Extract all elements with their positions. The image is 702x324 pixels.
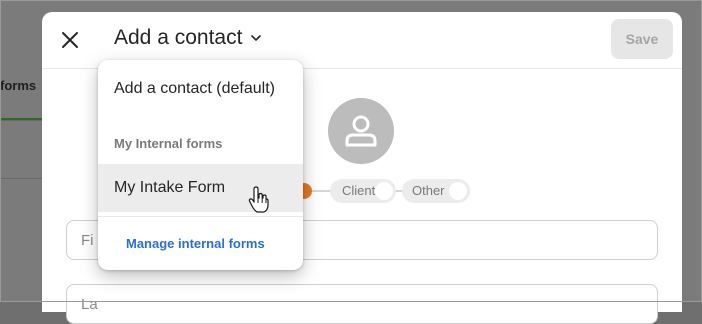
contact-type-label: Other xyxy=(412,183,445,198)
menu-section-internal-forms: My Internal forms xyxy=(114,136,223,151)
manage-internal-forms-link[interactable]: Manage internal forms xyxy=(98,236,303,251)
chevron-down-icon xyxy=(251,35,262,41)
avatar[interactable] xyxy=(328,98,394,164)
menu-item-intake-form[interactable]: My Intake Form xyxy=(98,164,303,212)
form-dropdown-menu: Add a contact (default) My Internal form… xyxy=(98,60,303,270)
contact-type-other[interactable]: Other xyxy=(402,179,470,203)
form-selector[interactable]: Add a contact xyxy=(114,26,262,50)
close-icon xyxy=(62,32,78,48)
person-icon xyxy=(345,115,377,147)
menu-item-default-form[interactable]: Add a contact (default) xyxy=(98,80,303,98)
last-name-placeholder: La xyxy=(81,296,98,313)
first-name-placeholder: Fi xyxy=(81,232,94,249)
contact-type-client[interactable]: Client xyxy=(330,179,396,203)
background-divider xyxy=(0,120,42,121)
contact-type-label: Client xyxy=(342,183,376,198)
toggle-knob xyxy=(375,182,393,200)
background-divider xyxy=(0,178,42,179)
save-button[interactable]: Save xyxy=(611,19,673,59)
last-name-field[interactable]: La xyxy=(66,284,658,324)
menu-divider xyxy=(98,216,303,217)
background-tab-forms: forms xyxy=(0,78,37,93)
modal-title: Add a contact xyxy=(114,26,243,49)
close-button[interactable] xyxy=(56,26,84,54)
connector xyxy=(312,190,330,192)
toggle-knob xyxy=(449,182,467,200)
